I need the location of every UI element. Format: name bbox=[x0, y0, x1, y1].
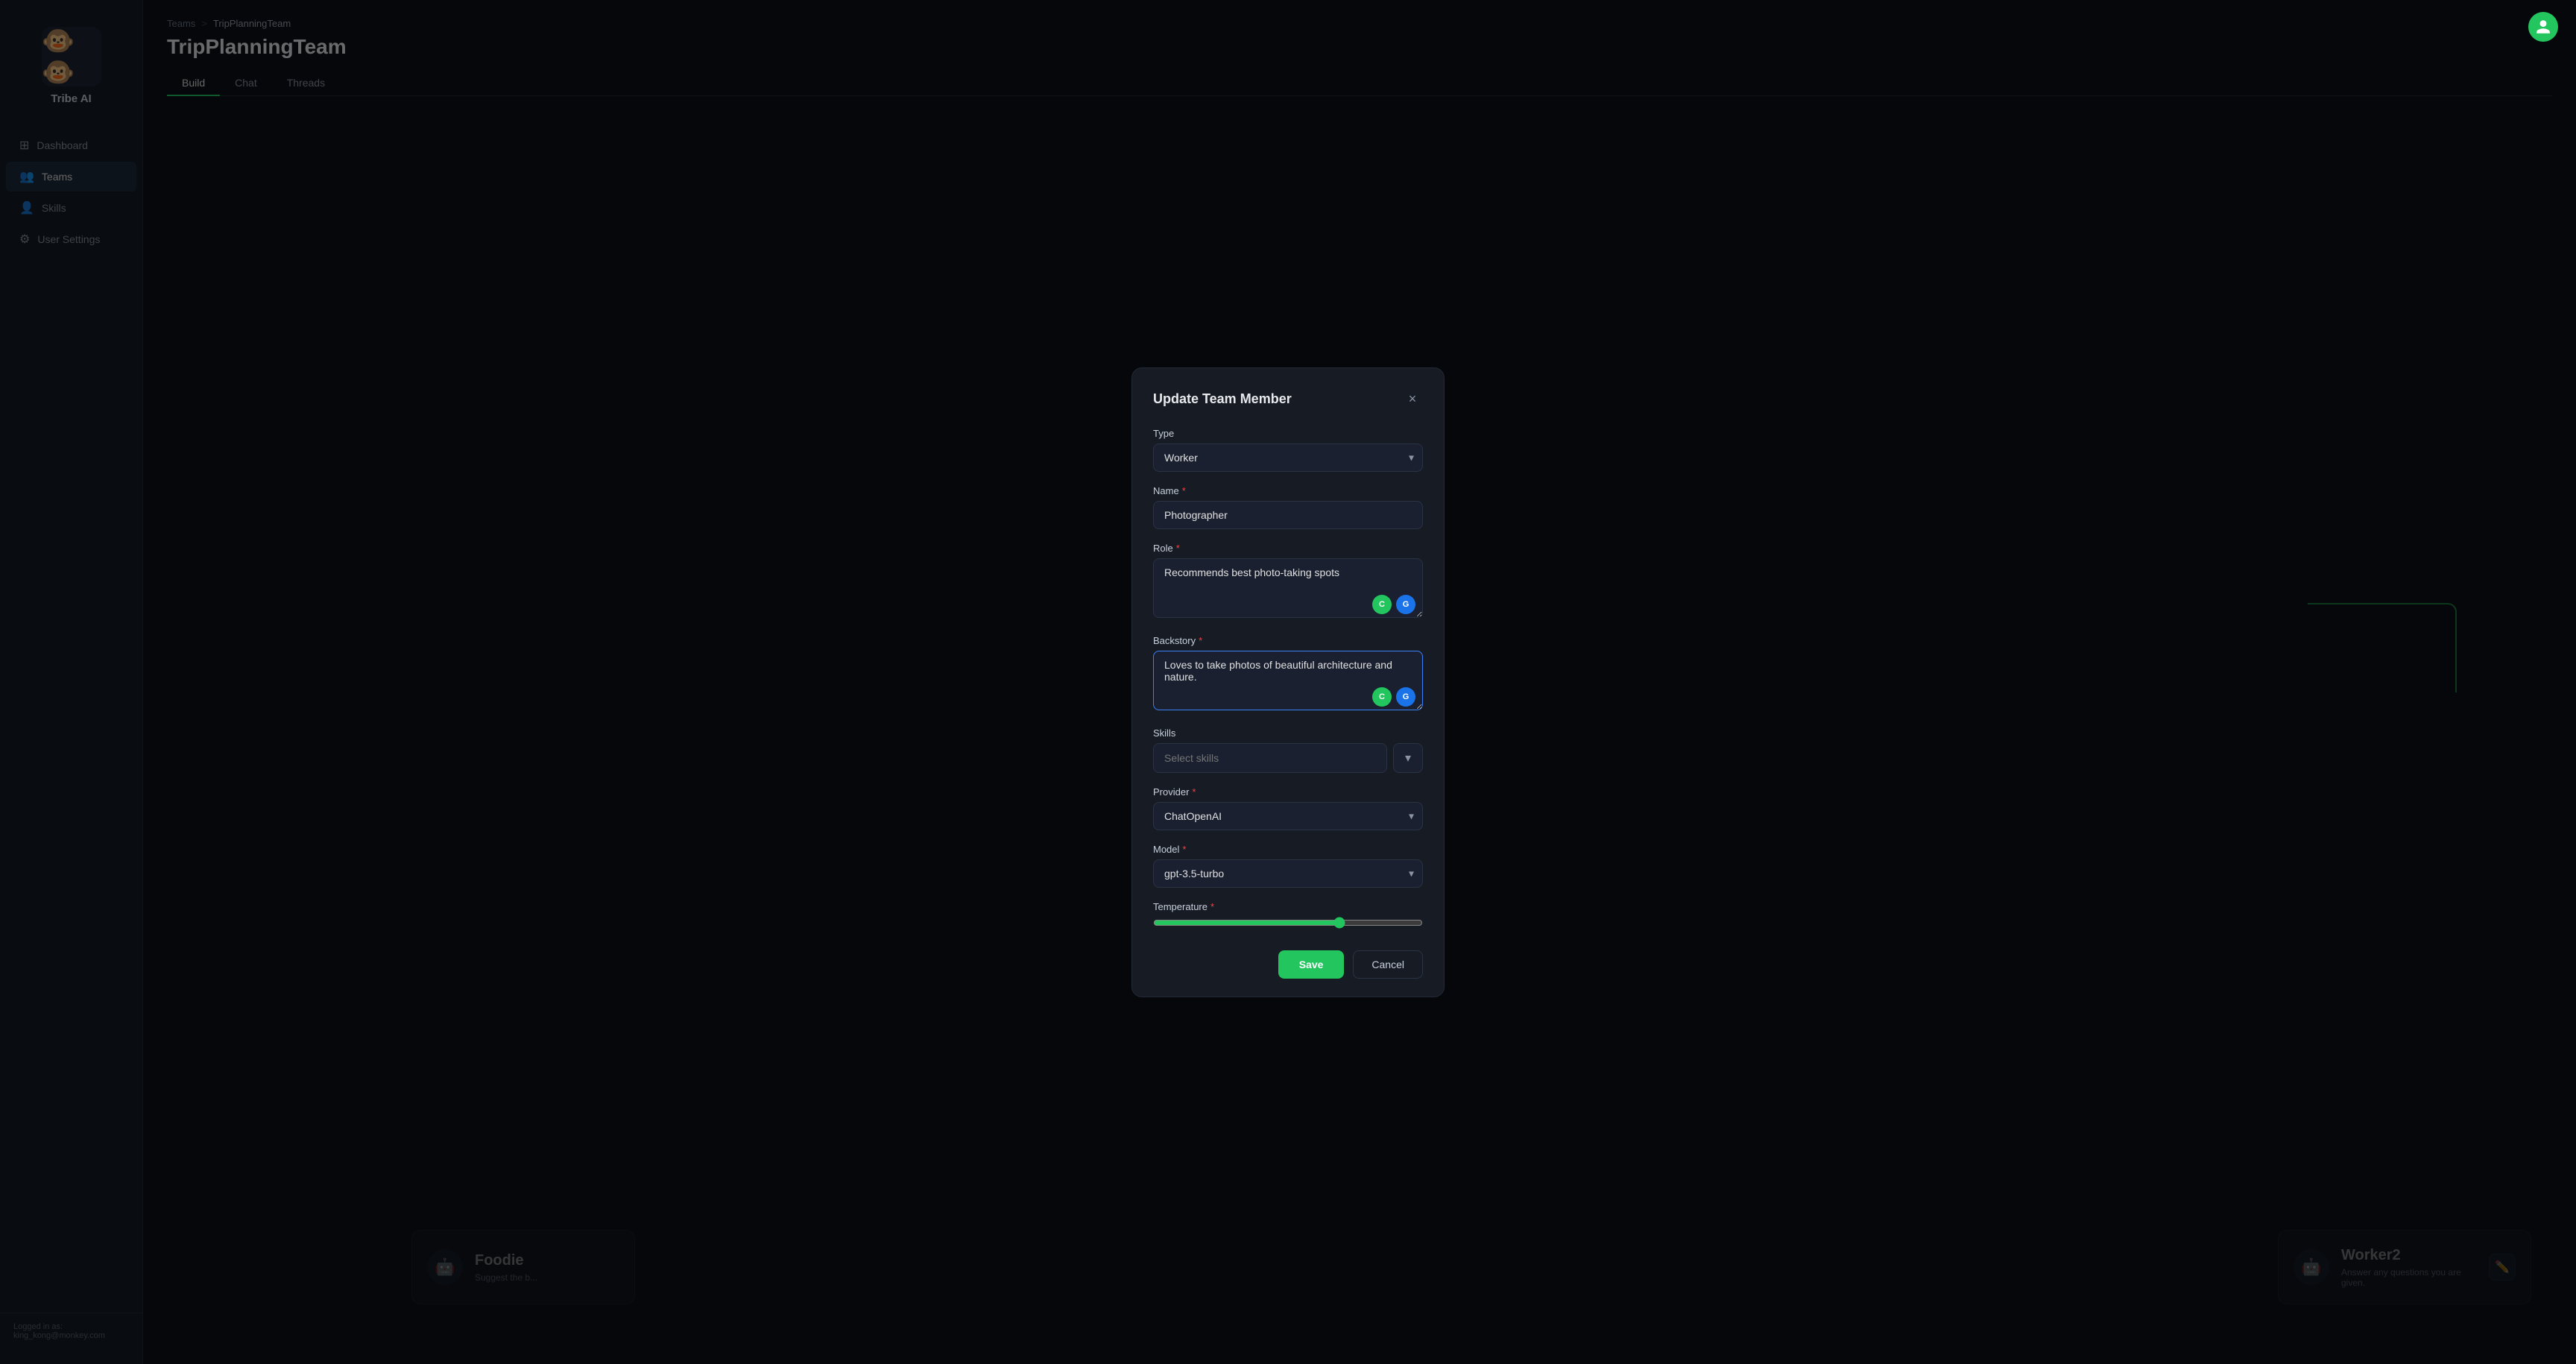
provider-label: Provider * bbox=[1153, 786, 1423, 798]
skills-label: Skills bbox=[1153, 727, 1423, 739]
update-team-member-modal: Update Team Member × Type Worker Manager… bbox=[1131, 367, 1445, 997]
provider-select[interactable]: ChatOpenAI OpenAI Anthropic bbox=[1153, 802, 1423, 830]
temperature-required-star: * bbox=[1210, 901, 1214, 912]
role-label: Role * bbox=[1153, 543, 1423, 554]
name-field: Name * bbox=[1153, 485, 1423, 529]
name-label: Name * bbox=[1153, 485, 1423, 496]
name-required-star: * bbox=[1182, 485, 1186, 496]
model-required-star: * bbox=[1182, 844, 1186, 855]
user-avatar[interactable] bbox=[2528, 12, 2558, 42]
type-label: Type bbox=[1153, 428, 1423, 439]
backstory-textarea-wrapper: Loves to take photos of beautiful archit… bbox=[1153, 651, 1423, 714]
provider-field: Provider * ChatOpenAI OpenAI Anthropic ▾ bbox=[1153, 786, 1423, 830]
modal-footer: Save Cancel bbox=[1153, 950, 1423, 979]
model-select-wrapper: gpt-3.5-turbo gpt-4 gpt-4-turbo ▾ bbox=[1153, 859, 1423, 888]
cancel-button[interactable]: Cancel bbox=[1353, 950, 1423, 979]
type-field: Type Worker Manager Assistant ▾ bbox=[1153, 428, 1423, 472]
temperature-label: Temperature * bbox=[1153, 901, 1423, 912]
save-button[interactable]: Save bbox=[1278, 950, 1345, 979]
modal-title: Update Team Member bbox=[1153, 391, 1292, 407]
skills-dropdown-button[interactable]: ▾ bbox=[1393, 743, 1423, 773]
backstory-icon-c: C bbox=[1372, 687, 1392, 707]
backstory-required-star: * bbox=[1199, 635, 1202, 646]
role-icon-c: C bbox=[1372, 595, 1392, 614]
modal-header: Update Team Member × bbox=[1153, 389, 1423, 410]
model-label: Model * bbox=[1153, 844, 1423, 855]
role-textarea-icons: C G bbox=[1372, 595, 1415, 614]
modal-close-button[interactable]: × bbox=[1402, 389, 1423, 410]
modal-overlay[interactable]: Update Team Member × Type Worker Manager… bbox=[0, 0, 2576, 1364]
provider-required-star: * bbox=[1192, 786, 1196, 798]
temperature-field: Temperature * bbox=[1153, 901, 1423, 932]
model-field: Model * gpt-3.5-turbo gpt-4 gpt-4-turbo … bbox=[1153, 844, 1423, 888]
type-select-wrapper: Worker Manager Assistant ▾ bbox=[1153, 443, 1423, 472]
name-input[interactable] bbox=[1153, 501, 1423, 529]
skills-row: ▾ bbox=[1153, 743, 1423, 773]
type-select[interactable]: Worker Manager Assistant bbox=[1153, 443, 1423, 472]
model-select[interactable]: gpt-3.5-turbo gpt-4 gpt-4-turbo bbox=[1153, 859, 1423, 888]
role-textarea-wrapper: Recommends best photo-taking spots C G bbox=[1153, 558, 1423, 622]
role-icon-g: G bbox=[1396, 595, 1415, 614]
backstory-icon-g: G bbox=[1396, 687, 1415, 707]
backstory-field: Backstory * Loves to take photos of beau… bbox=[1153, 635, 1423, 714]
skills-input[interactable] bbox=[1153, 743, 1387, 773]
backstory-label: Backstory * bbox=[1153, 635, 1423, 646]
backstory-textarea-icons: C G bbox=[1372, 687, 1415, 707]
role-required-star: * bbox=[1176, 543, 1180, 554]
provider-select-wrapper: ChatOpenAI OpenAI Anthropic ▾ bbox=[1153, 802, 1423, 830]
temperature-slider[interactable] bbox=[1153, 917, 1423, 929]
skills-field: Skills ▾ bbox=[1153, 727, 1423, 773]
role-field: Role * Recommends best photo-taking spot… bbox=[1153, 543, 1423, 622]
